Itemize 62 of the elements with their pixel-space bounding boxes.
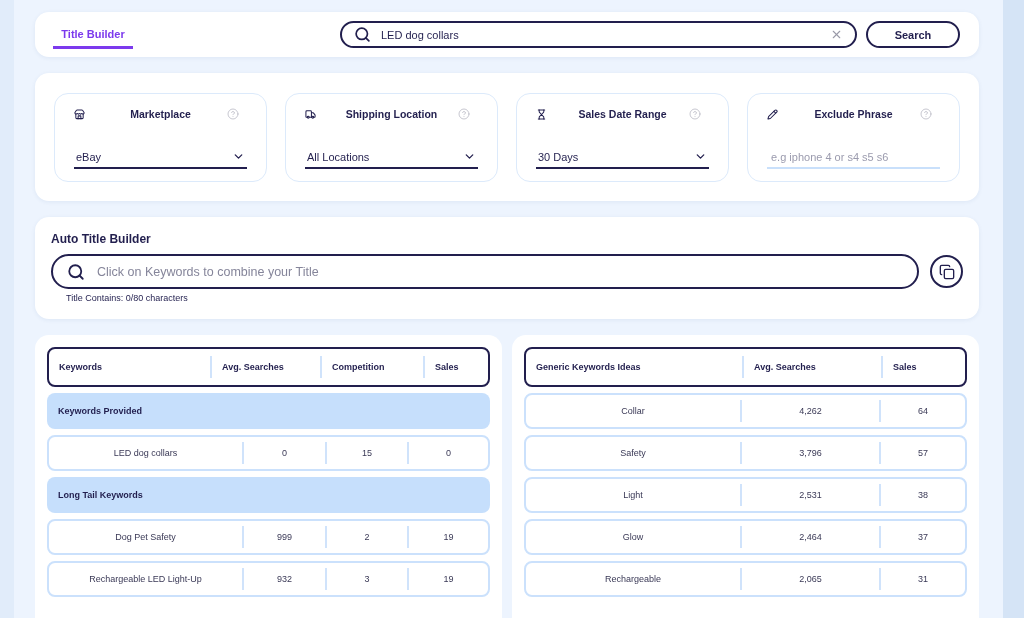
table-cell: 2,065 — [740, 568, 879, 590]
character-counter: Title Contains: 0/80 characters — [66, 293, 188, 304]
filter-title: Shipping Location — [345, 108, 438, 120]
search-field[interactable]: LED dog collars — [340, 21, 857, 48]
dropdown-select[interactable]: 30 Days — [536, 146, 709, 169]
panel-title: Auto Title Builder — [51, 232, 151, 246]
table-cell-text: Safety — [619, 447, 647, 460]
table-cell: 0 — [242, 442, 325, 464]
table-cell-text: Glow — [621, 531, 645, 544]
table-cell: 2 — [325, 526, 407, 548]
table-cell: 3 — [325, 568, 407, 590]
hourglass-icon — [536, 108, 547, 120]
tab[interactable]: Title Builder — [53, 12, 133, 49]
clear-icon[interactable] — [830, 28, 843, 41]
filter-title: Marketplace — [130, 108, 191, 120]
table-cell: 64 — [879, 400, 965, 422]
table-cell: 932 — [242, 568, 325, 590]
copy-icon — [938, 263, 955, 280]
truck-icon — [305, 108, 316, 120]
column-header: Avg. Searches — [742, 356, 881, 378]
table-cell: 57 — [879, 442, 965, 464]
table-cell: 3,796 — [740, 442, 879, 464]
filter-title: Exclude Phrase — [814, 108, 893, 120]
table-cell-text: Light — [622, 489, 644, 502]
store-icon — [74, 108, 85, 120]
table-cell: 2,464 — [740, 526, 879, 548]
table-cell-text: Dog Pet Safety — [114, 531, 177, 544]
table-cell-text: Rechargeable LED Light-Up — [88, 573, 203, 586]
table-cell: 37 — [879, 526, 965, 548]
column-header: Keywords — [58, 361, 103, 374]
search-icon — [354, 26, 371, 43]
dropdown-select[interactable]: eBay — [74, 146, 247, 169]
table-cell-text: Rechargeable — [603, 573, 662, 586]
help-icon[interactable] — [458, 108, 470, 120]
copy-button[interactable] — [930, 255, 963, 288]
help-icon[interactable] — [920, 108, 932, 120]
table-cell: 19 — [407, 568, 488, 590]
help-icon[interactable] — [689, 108, 701, 120]
column-header: Avg. Searches — [210, 356, 320, 378]
title-input[interactable]: Click on Keywords to combine your Title — [51, 254, 919, 289]
table-cell-text: Collar — [620, 405, 646, 418]
table-cell: 38 — [879, 484, 965, 506]
help-icon[interactable] — [227, 108, 239, 120]
filter-title: Sales Date Range — [578, 108, 667, 120]
section-heading: Long Tail Keywords — [47, 477, 490, 513]
section-heading: Keywords Provided — [47, 393, 490, 429]
pencil-icon — [767, 108, 778, 120]
column-header: Generic Keywords Ideas — [535, 361, 642, 374]
dropdown-select[interactable]: All Locations — [305, 146, 478, 169]
column-header: Sales — [423, 356, 488, 378]
search-button[interactable]: Search — [866, 21, 960, 48]
table-cell: 15 — [325, 442, 407, 464]
column-header: Sales — [881, 356, 965, 378]
table-cell: 0 — [407, 442, 488, 464]
table-cell: 31 — [879, 568, 965, 590]
table-cell: 4,262 — [740, 400, 879, 422]
column-header: Competition — [320, 356, 423, 378]
table-cell: 999 — [242, 526, 325, 548]
search-icon — [67, 262, 85, 281]
table-cell: 19 — [407, 526, 488, 548]
table-cell-text: LED dog collars — [112, 447, 179, 460]
table-cell: 2,531 — [740, 484, 879, 506]
